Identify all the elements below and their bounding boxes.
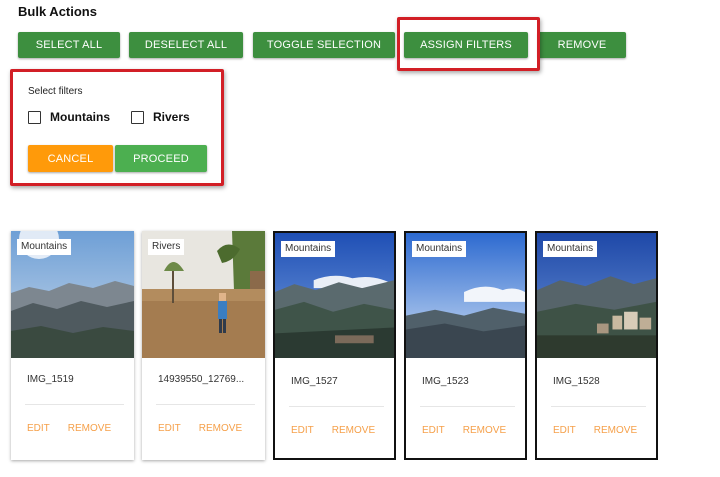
remove-link[interactable]: REMOVE bbox=[463, 425, 506, 436]
card-divider bbox=[289, 406, 384, 407]
card-divider bbox=[156, 404, 255, 405]
image-name: 14939550_12769... bbox=[158, 374, 245, 385]
card-actions: EDIT REMOVE bbox=[27, 423, 111, 434]
image-name: IMG_1523 bbox=[422, 376, 469, 387]
card-actions: EDIT REMOVE bbox=[158, 423, 242, 434]
card-divider bbox=[25, 404, 124, 405]
rivers-checkbox[interactable] bbox=[131, 110, 144, 124]
image-tag: Mountains bbox=[17, 239, 72, 255]
mountains-checkbox-label: Mountains bbox=[50, 110, 110, 124]
deselect-all-button[interactable]: DESELECT ALL bbox=[129, 32, 243, 58]
remove-link[interactable]: REMOVE bbox=[594, 425, 637, 436]
edit-link[interactable]: EDIT bbox=[553, 425, 576, 436]
card-actions: EDIT REMOVE bbox=[553, 425, 637, 436]
image-name: IMG_1528 bbox=[553, 376, 600, 387]
filter-panel-label: Select filters bbox=[28, 86, 83, 97]
image-thumbnail[interactable]: Rivers bbox=[142, 231, 265, 358]
remove-link[interactable]: REMOVE bbox=[199, 423, 242, 434]
image-thumbnail[interactable]: Mountains bbox=[537, 233, 656, 358]
edit-link[interactable]: EDIT bbox=[27, 423, 50, 434]
card-divider bbox=[420, 406, 515, 407]
image-tag: Mountains bbox=[543, 241, 598, 257]
page-title: Bulk Actions bbox=[18, 4, 97, 19]
image-card-selected[interactable]: Mountains IMG_1523 EDIT REMOVE bbox=[404, 231, 527, 460]
edit-link[interactable]: EDIT bbox=[158, 423, 181, 434]
image-thumbnail[interactable]: Mountains bbox=[275, 233, 394, 358]
select-all-button[interactable]: SELECT ALL bbox=[18, 32, 120, 58]
rivers-checkbox-label: Rivers bbox=[153, 110, 190, 124]
image-thumbnail[interactable]: Mountains bbox=[406, 233, 525, 358]
image-name: IMG_1519 bbox=[27, 374, 74, 385]
cancel-button[interactable]: CANCEL bbox=[28, 145, 113, 172]
remove-link[interactable]: REMOVE bbox=[332, 425, 375, 436]
image-thumbnail[interactable]: Mountains bbox=[11, 231, 134, 358]
edit-link[interactable]: EDIT bbox=[291, 425, 314, 436]
image-card[interactable]: Rivers 14939550_12769... EDIT REMOVE bbox=[142, 231, 265, 460]
remove-link[interactable]: REMOVE bbox=[68, 423, 111, 434]
image-name: IMG_1527 bbox=[291, 376, 338, 387]
proceed-button[interactable]: PROCEED bbox=[115, 145, 207, 172]
image-tag: Rivers bbox=[148, 239, 185, 255]
filter-option-rivers[interactable]: Rivers bbox=[131, 110, 190, 124]
image-card-selected[interactable]: Mountains IMG_1528 EDIT REMOVE bbox=[535, 231, 658, 460]
card-actions: EDIT REMOVE bbox=[291, 425, 375, 436]
image-card[interactable]: Mountains IMG_1519 EDIT REMOVE bbox=[11, 231, 134, 460]
toggle-selection-button[interactable]: TOGGLE SELECTION bbox=[253, 32, 395, 58]
edit-link[interactable]: EDIT bbox=[422, 425, 445, 436]
assign-filters-highlight bbox=[397, 17, 540, 71]
remove-button[interactable]: REMOVE bbox=[538, 32, 626, 58]
image-tag: Mountains bbox=[281, 241, 336, 257]
card-actions: EDIT REMOVE bbox=[422, 425, 506, 436]
mountains-checkbox[interactable] bbox=[28, 110, 41, 124]
image-card-selected[interactable]: Mountains IMG_1527 EDIT REMOVE bbox=[273, 231, 396, 460]
card-divider bbox=[551, 406, 646, 407]
filter-option-mountains[interactable]: Mountains bbox=[28, 110, 110, 124]
image-tag: Mountains bbox=[412, 241, 467, 257]
